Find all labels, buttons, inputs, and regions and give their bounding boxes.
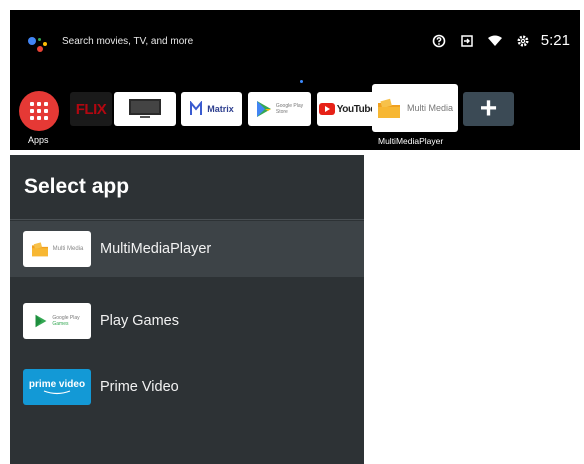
add-app-button[interactable]: +: [463, 92, 514, 126]
google-play-store-tile[interactable]: Google Play Store: [248, 92, 311, 126]
settings-gear-icon[interactable]: [509, 34, 537, 48]
prime-video-icon-text: prime video: [28, 378, 86, 390]
app-option-play-games[interactable]: Google Play Games Play Games: [10, 293, 364, 349]
matrix-label: Matrix: [207, 104, 234, 114]
google-assistant-icon[interactable]: [28, 34, 50, 56]
live-tv-tile[interactable]: [114, 92, 176, 126]
apps-button[interactable]: [19, 91, 59, 131]
play-games-icon: Google Play Games: [23, 303, 91, 339]
multimedia-icon: Multi Media: [23, 231, 91, 267]
app-option-prime-video[interactable]: prime video Prime Video: [10, 359, 364, 415]
multimedia-icon-text: Multi Media: [52, 246, 84, 252]
input-source-icon[interactable]: [453, 34, 481, 48]
netflix-tile[interactable]: FLIX: [70, 92, 112, 126]
focus-indicator-dot: [300, 80, 303, 83]
multimediaplayer-tile[interactable]: Multi Media: [372, 84, 458, 132]
multimedia-folder-icon: [377, 98, 400, 118]
status-bar: 5:21: [425, 32, 570, 49]
youtube-tile[interactable]: YouTube: [317, 92, 377, 126]
plus-icon: +: [479, 92, 498, 125]
focused-app-label: MultiMediaPlayer: [378, 136, 444, 146]
netflix-logo-text: FLIX: [75, 100, 107, 118]
youtube-label: YouTube: [336, 103, 376, 115]
play-store-bottom-label: Store: [275, 109, 288, 115]
tv-icon: [129, 99, 161, 118]
apps-label: Apps: [28, 135, 49, 145]
prime-smile-icon: [43, 389, 71, 394]
clock: 5:21: [540, 32, 570, 49]
home-screen: Search movies, TV, and more 5:21 Apps FL…: [10, 10, 580, 150]
matrix-logo-icon: [190, 101, 203, 115]
apps-grid-icon: [30, 102, 48, 120]
app-option-label: Prime Video: [100, 379, 179, 395]
wifi-icon[interactable]: [481, 35, 509, 47]
play-store-icon: [256, 101, 271, 117]
select-app-dialog: Select app Multi Media MultiMediaPlayer …: [10, 155, 364, 464]
prime-video-icon: prime video: [23, 369, 91, 405]
matrix-tile[interactable]: Matrix: [181, 92, 242, 126]
help-icon[interactable]: [425, 34, 453, 48]
app-option-label: MultiMediaPlayer: [100, 241, 212, 257]
app-option-multimediaplayer[interactable]: Multi Media MultiMediaPlayer: [10, 221, 364, 277]
dialog-title: Select app: [24, 175, 130, 198]
youtube-play-icon: [318, 103, 335, 115]
dialog-divider: [10, 219, 364, 220]
search-bar[interactable]: Search movies, TV, and more: [62, 36, 193, 47]
multimedia-tile-text: Multi Media: [406, 103, 453, 113]
app-option-label: Play Games: [100, 313, 179, 329]
play-games-icon-bottom: Games: [52, 321, 69, 327]
